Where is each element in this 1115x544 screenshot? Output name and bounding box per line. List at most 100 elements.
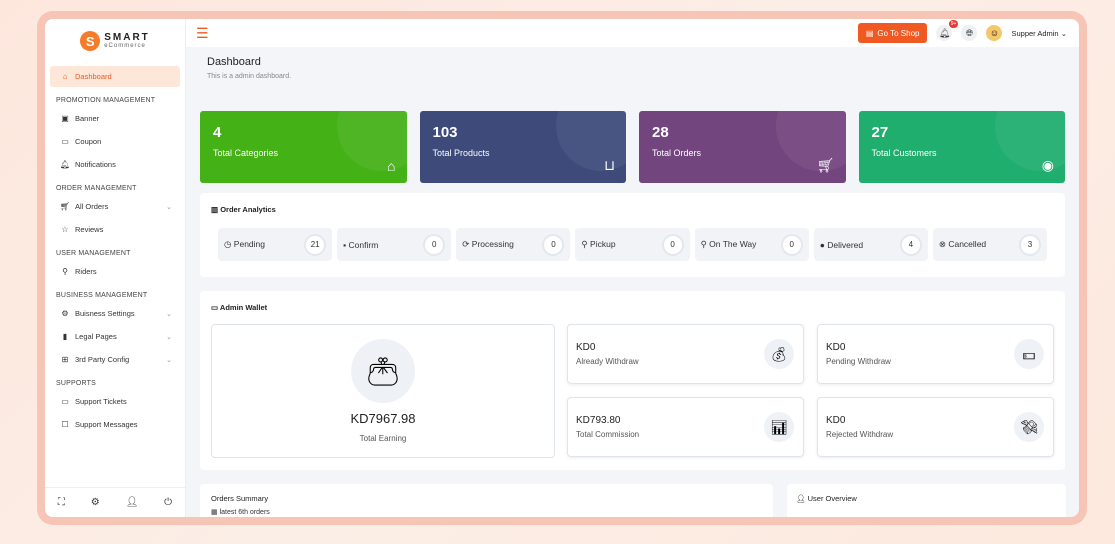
sidebar-item-business-settings[interactable]: ⚙ Buisness Settings ⌄ — [50, 303, 180, 324]
stat-card-orders[interactable]: 28 Total Orders 🛒︎ — [639, 111, 846, 183]
cart-icon: 🛒︎ — [59, 202, 71, 211]
sidebar-item-coupon[interactable]: ▭ Coupon — [50, 131, 180, 152]
chevron-down-icon: ⌄ — [166, 333, 172, 341]
go-to-shop-button[interactable]: ▤ Go To Shop — [857, 23, 928, 43]
logo-mark: S — [80, 31, 101, 51]
status-count: 21 — [304, 233, 327, 256]
sidebar-item-3rd-party-config[interactable]: ⊞ 3rd Party Config ⌄ — [50, 349, 180, 370]
sidebar-item-all-orders[interactable]: 🛒︎ All Orders ⌄ — [50, 196, 180, 217]
sidebar-item-label: Dashboard — [75, 72, 112, 81]
user-menu[interactable]: Supper Admin ⌄ — [1011, 29, 1067, 38]
order-status-confirm[interactable]: ▪ Confirm 0 — [337, 228, 452, 261]
language-button[interactable]: 🌐︎ — [961, 25, 978, 41]
cart-icon: 🛒︎ — [816, 157, 835, 173]
status-label: Confirm — [348, 239, 379, 250]
total-earning-card: 👛︎ KD7967.98 Total Earning — [211, 324, 555, 458]
image-icon: ▣ — [61, 114, 69, 123]
user-icon: 👤︎ — [796, 494, 806, 503]
gear-icon[interactable]: ⚙ — [91, 497, 100, 508]
wallet-card-label: Rejected Withdraw — [826, 430, 894, 439]
order-status-cancelled[interactable]: ⊗ Cancelled 3 — [932, 228, 1047, 261]
stat-value: 4 — [213, 124, 222, 141]
ticket-icon: ▭ — [61, 137, 69, 146]
status-label: On The Way — [709, 239, 757, 249]
user-overview-panel: 👤︎ User Overview — [787, 484, 1066, 517]
ticket-icon: ▭ — [61, 397, 69, 406]
status-count: 4 — [899, 233, 922, 256]
fullscreen-icon[interactable]: ⛶ — [58, 497, 65, 508]
x-circle-icon: ⊗ — [938, 239, 946, 249]
notifications-button[interactable]: 🔔︎ 9+ — [936, 20, 959, 41]
stat-label: Total Orders — [652, 148, 702, 158]
bell-icon: 🔔︎ — [938, 27, 951, 38]
sidebar-nav: ⌂ Dashboard PROMOTION MANAGEMENT ▣ Banne… — [45, 66, 185, 435]
check-circle-icon: ● — [819, 239, 825, 250]
sidebar-item-label: Riders — [75, 267, 97, 276]
brand-name: SMART — [104, 32, 150, 43]
section-heading-user: USER MANAGEMENT — [56, 250, 131, 257]
chevron-down-icon: ⌄ — [166, 310, 172, 318]
user-icon[interactable]: 👤︎ — [126, 497, 139, 508]
sidebar-item-label: Buisness Settings — [75, 309, 135, 318]
section-heading-order: ORDER MANAGEMENT — [56, 185, 137, 192]
status-label: Pickup — [590, 239, 616, 249]
sidebar-item-label: Legal Pages — [75, 332, 117, 341]
briefcase-icon: ▪ — [343, 239, 347, 250]
sidebar-item-label: Reviews — [75, 225, 104, 234]
order-status-processing[interactable]: ⟳ Processing 0 — [456, 228, 571, 261]
sidebar-item-reviews[interactable]: ☆ Reviews — [50, 219, 180, 240]
order-status-pickup[interactable]: ⚲ Pickup 0 — [575, 228, 690, 261]
stat-card-categories[interactable]: 4 Total Categories ⌂ — [200, 111, 407, 183]
wallet-card-label: Already Withdraw — [576, 357, 639, 366]
sidebar-item-banner[interactable]: ▣ Banner — [50, 108, 180, 129]
order-status-pending[interactable]: ◷ Pending 21 — [218, 228, 333, 261]
avatar[interactable]: ☺ — [986, 25, 1003, 41]
wallet-icon: 👛︎ — [351, 339, 415, 403]
order-status-delivered[interactable]: ● Delivered 4 — [813, 228, 928, 261]
sidebar-item-label: Support Tickets — [75, 397, 127, 406]
stat-label: Total Products — [432, 148, 490, 158]
power-icon[interactable]: ⏻ — [164, 497, 172, 508]
status-label: Processing — [471, 239, 514, 249]
stat-label: Total Customers — [871, 148, 937, 158]
status-label: Pending — [233, 239, 265, 249]
go-to-shop-label: Go To Shop — [877, 28, 920, 38]
home-icon: ⌂ — [62, 72, 68, 81]
wallet-card-total-commission: KD793.80 Total Commission 📊︎ — [567, 397, 804, 457]
orders-summary-panel: Orders Summary ▦ latest 6th orders — [200, 484, 773, 517]
status-count: 0 — [661, 233, 684, 256]
status-label: Delivered — [827, 239, 864, 250]
wallet-card-value: KD0 — [576, 342, 596, 353]
wallet-card-pending-withdraw: KD0 Pending Withdraw 💵︎ — [817, 324, 1054, 384]
stat-card-customers[interactable]: 27 Total Customers ◉ — [858, 111, 1065, 183]
sidebar-item-label: Support Messages — [75, 420, 138, 429]
panel-title: ▥ Order Analytics — [200, 193, 1065, 214]
page-header: Dashboard This is a admin dashboard. — [186, 47, 1079, 93]
sidebar-item-legal-pages[interactable]: ▮ Legal Pages ⌄ — [50, 326, 180, 347]
sidebar-footer: ⛶ ⚙ 👤︎ ⏻ — [45, 487, 185, 517]
page-title: Dashboard — [207, 56, 261, 68]
logo[interactable]: S SMART eCommerce — [45, 21, 185, 61]
hamburger-menu-icon[interactable]: ☰ — [196, 25, 209, 42]
star-icon: ☆ — [61, 225, 69, 234]
sidebar-item-riders[interactable]: ⚲ Riders — [50, 261, 180, 282]
order-status-on-the-way[interactable]: ⚲ On The Way 0 — [694, 228, 809, 261]
sidebar-item-notifications[interactable]: 🔔︎ Notifications — [50, 154, 180, 175]
sidebar-item-dashboard[interactable]: ⌂ Dashboard — [50, 66, 180, 87]
user-circle-icon: ◉ — [1041, 157, 1054, 173]
wallet-card-label: Pending Withdraw — [826, 357, 891, 366]
stat-card-products[interactable]: 103 Total Products ⊔ — [419, 111, 626, 183]
sidebar-item-support-messages[interactable]: ☐ Support Messages — [50, 414, 180, 435]
chevron-down-icon: ⌄ — [166, 356, 172, 364]
total-earning-value: KD7967.98 — [350, 411, 416, 426]
sidebar-item-label: Notifications — [75, 160, 116, 169]
sidebar-item-support-tickets[interactable]: ▭ Support Tickets — [50, 391, 180, 412]
section-heading-supports: SUPPORTS — [56, 380, 96, 387]
stat-value: 103 — [432, 124, 458, 141]
app-shell: S SMART eCommerce ⌂ Dashboard PROMOTION … — [45, 19, 1079, 517]
wallet-icon: ▭ — [211, 303, 219, 312]
analytics-title: Order Analytics — [220, 205, 276, 214]
section-heading-business: BUSINESS MANAGEMENT — [56, 292, 148, 299]
globe-icon: 🌐︎ — [965, 27, 974, 38]
basket-icon: ⊔ — [604, 157, 615, 173]
